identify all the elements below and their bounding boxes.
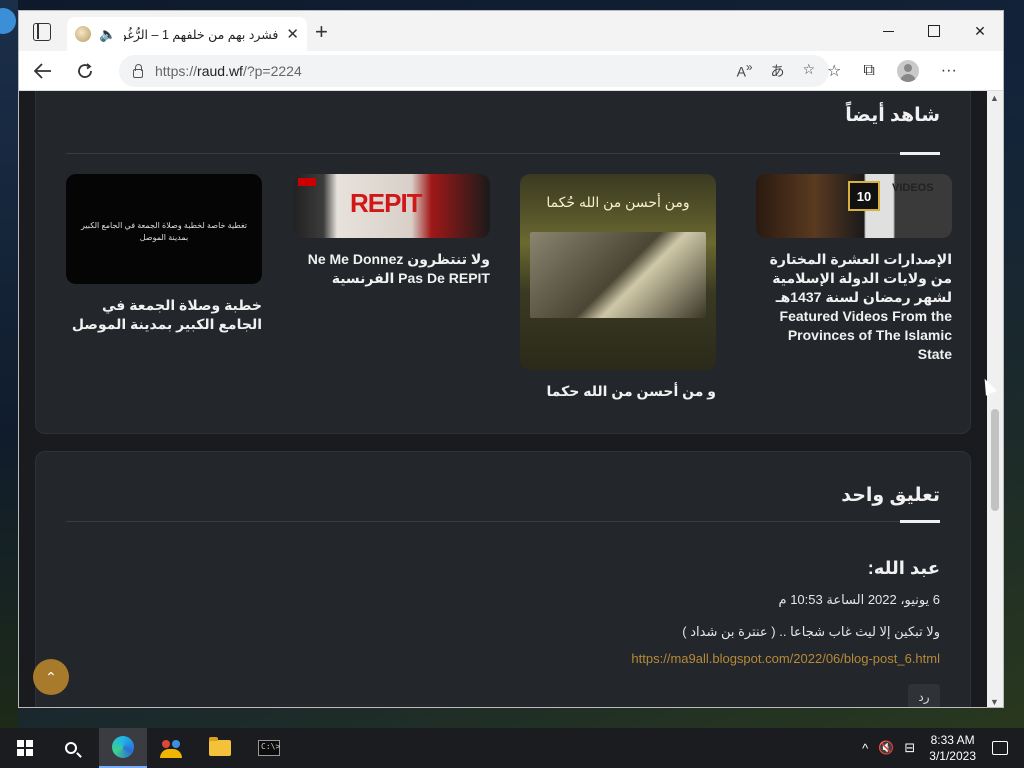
taskbar-file-explorer-button[interactable] — [197, 728, 243, 768]
url-text: https://raud.wf/?p=2224 — [155, 63, 302, 79]
thumbnail-image-panel — [530, 232, 706, 318]
profile-icon[interactable] — [896, 59, 919, 82]
related-title[interactable]: الإصدارات العشرة المختارة من ولايات الدو… — [756, 250, 952, 364]
address-bar[interactable]: https://raud.wf/?p=2224 A» あ ☆ — [119, 55, 829, 87]
taskbar: C:\> ^ 🔇 ⊟ 8:33 AM 3/1/2023 — [0, 728, 1024, 768]
refresh-button[interactable] — [67, 55, 103, 87]
add-favorite-icon[interactable]: ☆ — [802, 61, 815, 81]
page-scrollbar[interactable]: ▲ ▼ — [987, 91, 1003, 707]
thumbnail-repit[interactable]: REPIT — [294, 174, 490, 238]
related-item-repit[interactable]: REPIT ولا تنتظرون Ne Me Donnez Pas De RE… — [294, 174, 490, 288]
web-content: شاهد أيضاً 10 VIDEOS الإصدارات العشرة ال… — [19, 91, 989, 707]
section-divider-accent — [900, 520, 940, 523]
comment-body: ولا تبكين إلا ليث غاب شجاعا .. ( عنترة ب… — [682, 624, 940, 639]
taskbar-clock[interactable]: 8:33 AM 3/1/2023 — [929, 732, 976, 764]
minimize-button[interactable] — [865, 11, 911, 51]
related-title[interactable]: خطبة وصلاة الجمعة في الجامع الكبير بمدين… — [66, 296, 262, 334]
section-title-watch-also: شاهد أيضاً — [845, 105, 940, 126]
comment-author: عبد الله: — [867, 558, 940, 578]
desktop-app-icon[interactable] — [0, 8, 16, 34]
section-divider-accent — [900, 152, 940, 155]
translate-icon[interactable]: あ — [770, 61, 784, 81]
collections-icon[interactable]: ⧉ — [863, 62, 874, 80]
tab-title: فشرد بهم من خلفهم 1 – الرُّغُو — [124, 27, 279, 42]
maximize-button[interactable] — [911, 11, 957, 51]
address-bar-actions: A» あ ☆ — [737, 61, 815, 81]
toolbar-icons: ☆ ⧉ ··· — [827, 59, 957, 82]
comment-date[interactable]: 6 يونيو، 2022 الساعة 10:53 م — [779, 592, 940, 608]
tab-bar: 🔈 فشرد بهم من خلفهم 1 – الرُّغُو ✕ + ✕ — [19, 11, 1003, 51]
taskbar-edge-button[interactable] — [99, 728, 147, 768]
scrollbar-thumb[interactable] — [991, 409, 999, 511]
clock-time: 8:33 AM — [930, 733, 975, 747]
thumbnail-text: تغطية خاصة لخطبة وصلاة الجمعة في الجامع … — [80, 221, 248, 242]
section-title-comments: تعليق واحد — [841, 485, 940, 506]
clock-date: 3/1/2023 — [929, 749, 976, 763]
start-button[interactable] — [2, 728, 48, 768]
back-arrow-icon — [34, 62, 51, 79]
scroll-to-top-button[interactable]: ⌃ — [33, 659, 69, 695]
back-button[interactable] — [25, 55, 61, 87]
favorites-icon[interactable]: ☆ — [827, 61, 841, 81]
site-favicon-icon — [75, 26, 91, 42]
windows-logo-icon — [17, 740, 33, 756]
reply-button[interactable]: رد — [908, 684, 940, 707]
related-title[interactable]: ولا تنتظرون Ne Me Donnez Pas De REPIT ال… — [294, 250, 490, 288]
thumbnail-featured-videos[interactable]: 10 VIDEOS — [756, 174, 952, 238]
close-window-button[interactable]: ✕ — [957, 11, 1003, 51]
system-tray: ^ 🔇 ⊟ 8:33 AM 3/1/2023 — [862, 728, 1024, 768]
tab-close-icon[interactable]: ✕ — [286, 25, 299, 43]
lock-icon[interactable] — [133, 63, 143, 78]
comments-card: تعليق واحد عبد الله: 6 يونيو، 2022 الساع… — [35, 451, 971, 707]
desktop-background — [0, 0, 18, 728]
new-tab-button[interactable]: + — [315, 19, 328, 45]
search-icon — [65, 742, 77, 754]
thumbnail-hukm[interactable]: ومن أحسن من الله حُكما — [520, 174, 716, 370]
edge-icon — [112, 736, 134, 758]
related-item-featured-videos[interactable]: 10 VIDEOS الإصدارات العشرة المختارة من و… — [756, 174, 952, 364]
tab-actions-icon[interactable] — [33, 23, 51, 41]
volume-muted-icon[interactable]: 🔇 — [878, 740, 894, 756]
thumbnail-badge: 10 — [848, 181, 880, 211]
tray-chevron-icon[interactable]: ^ — [862, 741, 868, 756]
section-divider — [66, 521, 940, 522]
comment-link[interactable]: https://ma9all.blogspot.com/2022/06/blog… — [631, 651, 940, 666]
browser-tab[interactable]: 🔈 فشرد بهم من خلفهم 1 – الرُّغُو ✕ — [67, 17, 307, 51]
thumbnail-caption: ومن أحسن من الله حُكما — [546, 194, 690, 210]
related-title[interactable]: و من أحسن من الله حكما — [520, 382, 716, 401]
related-item-hukm[interactable]: ومن أحسن من الله حُكما و من أحسن من الله… — [520, 174, 716, 401]
thumbnail-friday-sermon[interactable]: تغطية خاصة لخطبة وصلاة الجمعة في الجامع … — [66, 174, 262, 284]
browser-toolbar: https://raud.wf/?p=2224 A» あ ☆ ☆ ⧉ ··· — [19, 51, 1003, 91]
taskbar-search-button[interactable] — [48, 728, 94, 768]
refresh-icon — [78, 62, 92, 78]
section-divider — [66, 153, 940, 154]
more-icon[interactable]: ··· — [941, 62, 957, 80]
notification-icon[interactable] — [992, 741, 1008, 755]
speaker-icon[interactable]: 🔈 — [99, 26, 116, 43]
network-icon[interactable]: ⊟ — [904, 740, 915, 756]
scroll-up-icon[interactable]: ▲ — [990, 93, 999, 103]
scroll-down-icon[interactable]: ▼ — [990, 697, 999, 707]
browser-window: 🔈 فشرد بهم من خلفهم 1 – الرُّغُو ✕ + ✕ h… — [18, 10, 1004, 708]
cmd-icon: C:\> — [258, 740, 280, 756]
watch-also-card: شاهد أيضاً 10 VIDEOS الإصدارات العشرة ال… — [35, 91, 971, 434]
file-explorer-icon — [209, 737, 231, 756]
related-item-friday-sermon[interactable]: تغطية خاصة لخطبة وصلاة الجمعة في الجامع … — [66, 174, 262, 334]
people-icon — [160, 738, 182, 758]
read-aloud-icon[interactable]: A» — [737, 61, 753, 81]
thumbnail-text: VIDEOS — [892, 182, 934, 194]
window-controls: ✕ — [865, 11, 1003, 51]
taskbar-people-button[interactable] — [148, 728, 194, 768]
flag-icon — [298, 178, 316, 186]
thumbnail-text: REPIT — [350, 188, 423, 218]
taskbar-cmd-button[interactable]: C:\> — [246, 728, 292, 768]
